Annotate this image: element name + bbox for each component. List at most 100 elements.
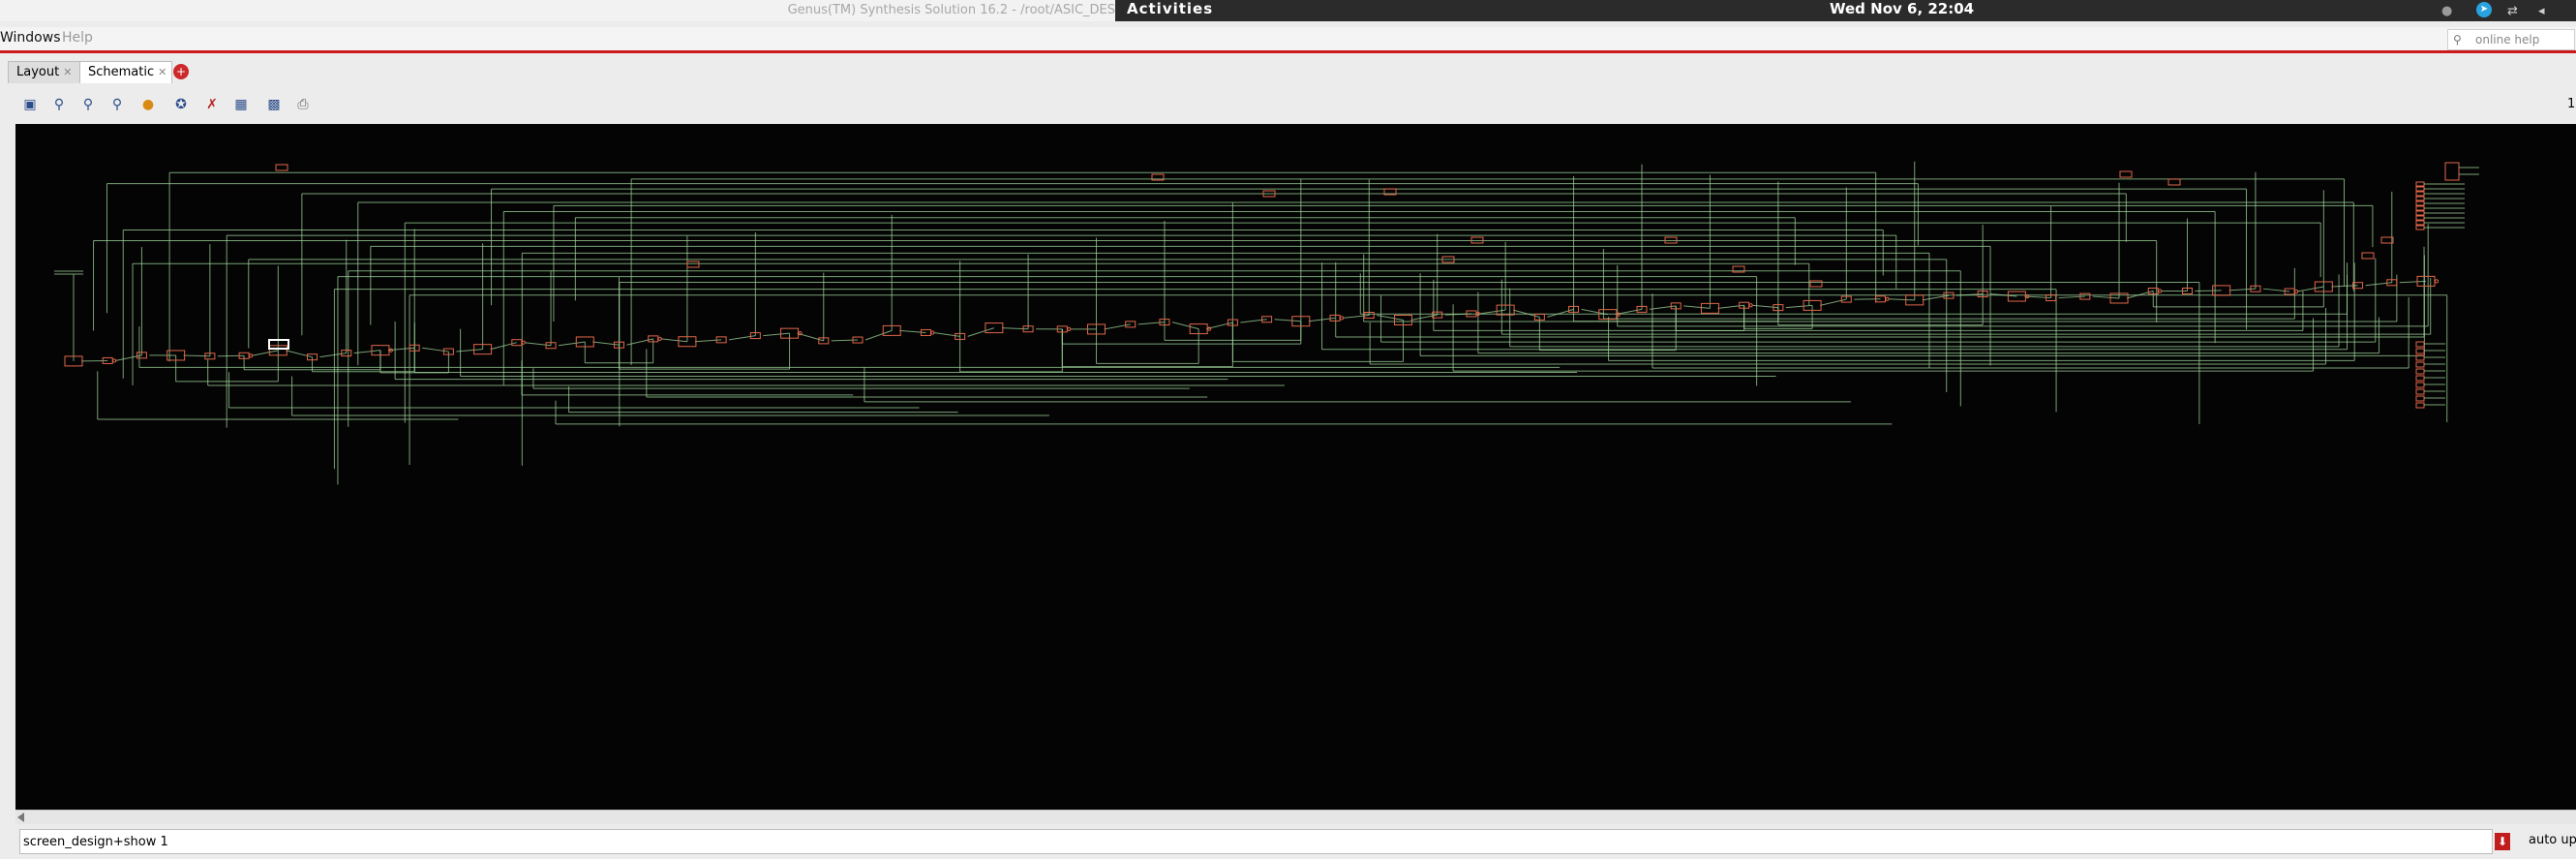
output-port [2415, 341, 2425, 348]
scroll-left-icon[interactable] [17, 813, 24, 822]
wire-segment [2092, 295, 2120, 299]
wire-segment [729, 335, 756, 341]
online-help-search[interactable]: ⚲ online help [2447, 29, 2575, 50]
selected-cell [268, 339, 289, 350]
search-icon: ⚲ [2453, 33, 2462, 46]
settings-icon[interactable]: ✪ [170, 94, 192, 115]
horizontal-scrollbar[interactable] [15, 810, 2576, 824]
inverter-bubble [2294, 289, 2299, 294]
command-input[interactable]: screen_design+show 1 [19, 829, 2493, 854]
menu-help[interactable]: Help [62, 30, 93, 46]
tab-schematic-label: Schematic [88, 65, 155, 79]
wire-segment [558, 341, 586, 347]
print-icon[interactable]: ⎙ [292, 94, 314, 115]
tab-schematic[interactable]: Schematic ✕ [79, 61, 172, 83]
logic-cell [985, 322, 1004, 334]
inverter-bubble [798, 331, 803, 336]
window-title-bar: Genus(TM) Synthesis Solution 16.2 - /roo… [0, 0, 1115, 21]
inverter-bubble [1748, 303, 1753, 308]
window-title: Genus(TM) Synthesis Solution 16.2 - /roo… [787, 3, 1115, 17]
zoom-out-icon[interactable]: ⚲ [77, 94, 99, 115]
page-indicator: 1 [2567, 97, 2576, 111]
inverter-bubble [248, 353, 254, 358]
wire-segment [1922, 294, 1950, 301]
volume-icon[interactable]: ◂ [2538, 4, 2545, 18]
inverter-bubble [2434, 279, 2440, 284]
add-tab-icon[interactable]: + [173, 64, 189, 79]
close-icon[interactable]: ✕ [158, 66, 167, 78]
wire-segment [2399, 280, 2427, 284]
zoom-fit-icon[interactable]: ▣ [19, 94, 41, 115]
schematic-toolbar: ▣ ⚲ ⚲ ⚲ ● ✪ ✗ ▦ ▩ ⎙ [0, 89, 2576, 118]
save-icon[interactable]: ▩ [263, 94, 285, 115]
menu-windows[interactable]: Windows [0, 30, 61, 46]
wire-segment [1683, 305, 1711, 309]
schematic-canvas[interactable] [15, 124, 2576, 810]
network-icon[interactable]: ⇄ [2507, 4, 2518, 18]
wire-segment [660, 338, 687, 343]
accessibility-icon[interactable]: ● [2441, 4, 2452, 18]
zoom-in-icon[interactable]: ⚲ [48, 94, 70, 115]
output-port [2415, 361, 2425, 368]
wire-segment [2262, 288, 2290, 292]
auto-update-label[interactable]: auto upd [2529, 833, 2576, 847]
output-port [2415, 215, 2425, 221]
output-port [2415, 402, 2425, 409]
tab-layout[interactable]: Layout ✕ [8, 61, 81, 83]
system-top-bar: Activities Wed Nov 6, 22:04 ● ➤ ⇄ ◂ [1115, 0, 2576, 21]
output-port [2415, 382, 2425, 388]
close-icon[interactable]: ✕ [63, 66, 72, 78]
delete-icon[interactable]: ✗ [201, 94, 223, 115]
output-port [2415, 205, 2425, 211]
output-port [2415, 210, 2425, 216]
stop-icon[interactable]: ⬇ [2495, 833, 2510, 850]
telegram-icon[interactable]: ➤ [2476, 2, 2492, 17]
wire-segment [1137, 322, 1165, 325]
filter-icon[interactable]: ▦ [230, 94, 252, 115]
output-port [2415, 395, 2425, 402]
output-port [2415, 368, 2425, 375]
wire-segment [2365, 282, 2392, 287]
wire-segment [694, 339, 722, 343]
logic-cell [2167, 178, 2181, 186]
inverter-bubble [112, 358, 117, 363]
wire-segment [1547, 308, 1574, 318]
wire-segment [1001, 327, 1029, 330]
inverter-bubble [521, 340, 526, 345]
inverter-bubble [1067, 326, 1072, 331]
output-port [2415, 388, 2425, 395]
back-icon[interactable]: ● [137, 94, 159, 115]
output-port [2415, 181, 2425, 187]
tab-bar: Layout ✕ Schematic ✕ [0, 58, 2576, 83]
logic-cell [2380, 236, 2394, 244]
output-port [2415, 186, 2425, 192]
wire-segment [1171, 322, 1199, 330]
logic-cell [1809, 280, 1823, 288]
inverter-bubble [1339, 316, 1345, 321]
wire-segment [217, 354, 245, 357]
inverter-bubble [657, 336, 662, 341]
wire-segment [2228, 288, 2256, 291]
wire-segment [2058, 295, 2085, 299]
wire-segment [1785, 304, 1813, 309]
wire-segment [763, 332, 790, 337]
clock[interactable]: Wed Nov 6, 22:04 [1830, 0, 1974, 21]
logic-cell [2119, 170, 2133, 178]
activities-button[interactable]: Activities [1127, 0, 1213, 21]
zoom-area-icon[interactable]: ⚲ [106, 94, 128, 115]
schematic-drawing[interactable] [15, 124, 2576, 810]
register-cell [2444, 162, 2460, 181]
logic-cell [686, 261, 700, 268]
logic-cell [2007, 291, 2026, 302]
wire-segment [1751, 304, 1778, 309]
output-port [2415, 348, 2425, 354]
output-port [2415, 191, 2425, 197]
logic-cell [275, 164, 288, 171]
inverter-bubble [1885, 296, 1890, 301]
logic-cell [1125, 321, 1136, 328]
output-port [2415, 225, 2425, 230]
output-port [2415, 375, 2425, 382]
search-input[interactable]: online help [2475, 30, 2539, 49]
output-port [2415, 200, 2425, 206]
output-port [2415, 220, 2425, 226]
